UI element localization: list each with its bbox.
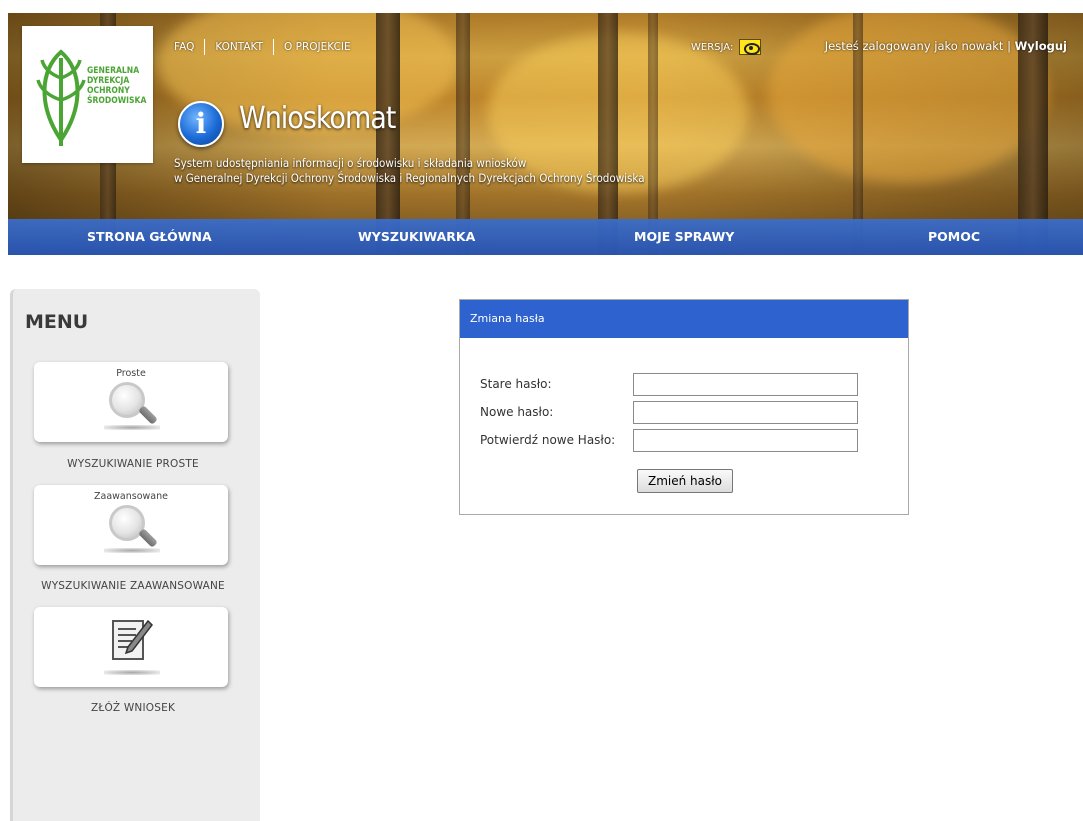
confirm-password-label: Potwierdź nowe Hasło: [480, 433, 616, 447]
new-password-input[interactable] [633, 401, 858, 424]
document-edit-icon [112, 619, 153, 660]
logo-line: DYREKCJA [87, 76, 130, 86]
menu-caption-proste[interactable]: WYSZUKIWANIE PROSTE [13, 458, 253, 470]
top-links: FAQ KONTAKT O PROJEKCIE [174, 39, 351, 55]
subtitle-line: w Generalnej Dyrekcji Ochrony Środowiska… [174, 171, 645, 185]
panel-title: Zmiana hasła [460, 300, 908, 338]
o-projekcie-link[interactable]: O PROJEKCIE [284, 41, 351, 53]
change-password-panel: Zmiana hasła Stare hasło: Nowe hasło: Po… [459, 299, 909, 515]
card-shadow [104, 425, 160, 430]
logo-line: OCHRONY [87, 86, 130, 96]
logout-link[interactable]: Wyloguj [1015, 39, 1067, 53]
card-shadow [104, 670, 160, 675]
card-shadow [104, 548, 160, 553]
divider [273, 39, 275, 55]
nav-wyszukiwarka[interactable]: WYSZUKIWARKA [358, 229, 475, 244]
menu-caption-zaawansowane[interactable]: WYSZUKIWANIE ZAAWANSOWANE [13, 580, 253, 592]
logo-line: ŚRODOWISKA [87, 96, 147, 106]
sidebar-menu: MENU Proste WYSZUKIWANIE PROSTE Zaawanso… [10, 289, 260, 821]
sidebar-title: MENU [25, 311, 89, 333]
menu-card-proste[interactable]: Proste [34, 362, 228, 442]
nav-strona-glowna[interactable]: STRONA GŁÓWNA [87, 229, 212, 244]
app-subtitle: System udostępniania informacji o środow… [174, 156, 645, 186]
magnifier-handle [138, 405, 158, 425]
version-label: WERSJA: [691, 41, 734, 53]
logo-line: GENERALNA [87, 66, 140, 76]
card-label: Zaawansowane [94, 491, 168, 502]
kontakt-link[interactable]: KONTAKT [215, 41, 263, 53]
divider [204, 39, 206, 55]
app-title: Wnioskomat [239, 101, 396, 136]
page: GENERALNA DYREKCJA OCHRONY ŚRODOWISKA FA… [0, 0, 1083, 821]
old-password-label: Stare hasło: [480, 377, 552, 391]
faq-link[interactable]: FAQ [174, 41, 194, 53]
login-status: Jesteś zalogowany jako nowakt | Wyloguj [825, 39, 1067, 53]
version-switch: WERSJA: [691, 39, 762, 55]
menu-card-zaawansowane[interactable]: Zaawansowane [34, 485, 228, 565]
magnifier-handle [138, 528, 158, 548]
menu-card-zloz-wniosek[interactable] [34, 607, 228, 687]
nav-moje-sprawy[interactable]: MOJE SPRAWY [634, 229, 734, 244]
confirm-password-input[interactable] [633, 429, 858, 452]
gdos-logo[interactable]: GENERALNA DYREKCJA OCHRONY ŚRODOWISKA [22, 26, 153, 163]
old-password-input[interactable] [633, 373, 858, 396]
accessibility-eye-icon[interactable] [739, 39, 762, 55]
change-password-button[interactable]: Zmień hasło [637, 469, 733, 493]
leaf-logo-icon [36, 49, 86, 146]
login-text: Jesteś zalogowany jako nowakt [824, 39, 1004, 53]
menu-caption-zloz-wniosek[interactable]: ZŁÓŻ WNIOSEK [13, 702, 253, 714]
nav-pomoc[interactable]: POMOC [928, 229, 980, 244]
card-label: Proste [116, 368, 146, 379]
main-nav: STRONA GŁÓWNA WYSZUKIWARKA MOJE SPRAWY P… [8, 219, 1083, 255]
info-icon: i [178, 101, 224, 147]
login-separator: | [1007, 39, 1011, 53]
new-password-label: Nowe hasło: [480, 405, 554, 419]
subtitle-line: System udostępniania informacji o środow… [174, 156, 527, 170]
logo-text: GENERALNA DYREKCJA OCHRONY ŚRODOWISKA [87, 66, 153, 106]
